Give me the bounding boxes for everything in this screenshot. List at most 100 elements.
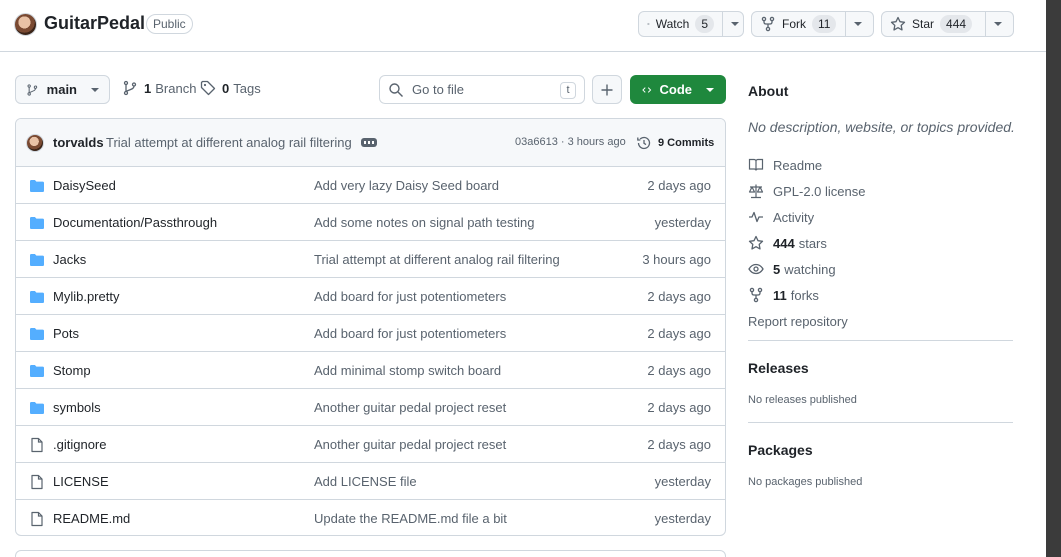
watch-count: 5	[695, 15, 714, 33]
forks-label: forks	[790, 287, 819, 303]
file-name[interactable]: Pots	[53, 326, 79, 341]
owner-avatar[interactable]	[14, 13, 37, 36]
file-commit-message[interactable]: Add some notes on signal path testing	[314, 215, 534, 230]
forks-link[interactable]: 11 forks	[748, 282, 866, 308]
branches-link[interactable]: 1 Branch	[122, 80, 196, 96]
activity-link[interactable]: Activity	[748, 204, 866, 230]
releases-heading[interactable]: Releases	[748, 360, 809, 376]
star-icon	[748, 235, 764, 250]
readme-box	[15, 550, 726, 557]
file-commit-message[interactable]: Add board for just potentiometers	[314, 326, 506, 341]
table-row[interactable]: LICENSE Add LICENSE file yesterday	[16, 463, 725, 500]
chevron-down-icon	[994, 22, 1002, 26]
law-icon	[748, 184, 764, 199]
visibility-badge: Public	[146, 14, 193, 34]
commit-message[interactable]: Trial attempt at different analog rail f…	[106, 135, 352, 150]
file-commit-message[interactable]: Add LICENSE file	[314, 474, 417, 489]
file-commit-date: yesterday	[654, 511, 711, 526]
watch-button[interactable]: Watch 5	[638, 11, 744, 37]
table-row[interactable]: DaisySeed Add very lazy Daisy Seed board 2…	[16, 167, 725, 204]
file-commit-message[interactable]: Trial attempt at different analog rail f…	[314, 252, 560, 267]
branches-count: 1	[144, 80, 152, 96]
stars-link[interactable]: 444 stars	[748, 230, 866, 256]
star-dropdown[interactable]	[985, 12, 1010, 36]
table-row[interactable]: .gitignore Another guitar pedal project r…	[16, 426, 725, 463]
file-table: torvalds Trial attempt at different anal…	[15, 118, 726, 536]
file-commit-message[interactable]: Another guitar pedal project reset	[314, 437, 506, 452]
table-row[interactable]: Documentation/Passthrough Add some notes …	[16, 204, 725, 241]
table-row[interactable]: Pots Add board for just potentiometers 2 d…	[16, 315, 725, 352]
activity-label: Activity	[773, 209, 815, 225]
file-commit-message[interactable]: Another guitar pedal project reset	[314, 400, 506, 415]
fork-button[interactable]: Fork 11	[751, 11, 874, 37]
branch-name: main	[46, 82, 77, 97]
about-description: No description, website, or topics provi…	[748, 119, 1015, 135]
file-name[interactable]: .gitignore	[53, 437, 106, 452]
code-button[interactable]: Code	[630, 75, 726, 104]
commit-hash-time[interactable]: 03a6613 · 3 hours ago	[515, 136, 626, 148]
file-name[interactable]: Documentation/Passthrough	[53, 215, 217, 230]
repo-name[interactable]: GuitarPedal	[44, 13, 145, 34]
report-label: Report repository	[748, 313, 848, 329]
watching-count: 5	[773, 261, 781, 277]
file-name[interactable]: Mylib.pretty	[53, 289, 119, 304]
watching-link[interactable]: 5 watching	[748, 256, 866, 282]
file-commit-date: yesterday	[654, 474, 711, 489]
folder-icon	[30, 328, 44, 340]
star-button[interactable]: Star 444	[881, 11, 1014, 37]
fork-icon	[761, 16, 775, 32]
ellipsis-icon[interactable]	[361, 138, 377, 147]
commits-link[interactable]: 9 Commits	[636, 135, 714, 151]
file-commit-message[interactable]: Add very lazy Daisy Seed board	[314, 178, 499, 193]
packages-subtitle: No packages published	[748, 476, 863, 488]
file-name[interactable]: DaisySeed	[53, 178, 116, 193]
go-to-file-input[interactable]: Go to file t	[379, 75, 585, 104]
table-row[interactable]: Stomp Add minimal stomp switch board 2 day…	[16, 352, 725, 389]
latest-commit-bar: torvalds Trial attempt at different anal…	[16, 119, 725, 167]
forks-count: 11	[773, 287, 787, 303]
chevron-down-icon	[706, 87, 714, 92]
table-row[interactable]: Jacks Trial attempt at different analog r…	[16, 241, 725, 278]
file-commit-date: 3 hours ago	[642, 252, 711, 267]
branch-selector[interactable]: main	[15, 75, 110, 104]
license-link[interactable]: GPL-2.0 license	[748, 178, 866, 204]
fork-dropdown[interactable]	[845, 12, 870, 36]
file-name[interactable]: symbols	[53, 400, 101, 415]
code-icon	[642, 86, 652, 93]
watch-dropdown[interactable]	[722, 12, 747, 36]
search-icon	[389, 82, 403, 97]
commit-author-avatar[interactable]	[26, 134, 44, 152]
packages-heading[interactable]: Packages	[748, 442, 813, 458]
shortcut-key: t	[560, 82, 576, 99]
file-commit-message[interactable]: Add minimal stomp switch board	[314, 363, 501, 378]
file-commit-date: yesterday	[654, 215, 711, 230]
table-row[interactable]: README.md Update the README.md file a bit…	[16, 500, 725, 535]
file-commit-date: 2 days ago	[647, 289, 711, 304]
license-label: GPL-2.0 license	[773, 183, 866, 199]
add-file-button[interactable]	[592, 75, 622, 104]
readme-label: Readme	[773, 157, 823, 173]
report-repository-link[interactable]: Report repository	[748, 308, 866, 334]
file-name[interactable]: Jacks	[53, 252, 86, 267]
commits-count: 9 Commits	[658, 137, 715, 149]
about-heading: About	[748, 83, 789, 99]
table-row[interactable]: Mylib.pretty Add board for just potentiom…	[16, 278, 725, 315]
tags-link[interactable]: 0 Tags	[200, 80, 261, 96]
file-commit-date: 2 days ago	[647, 178, 711, 193]
file-commit-message[interactable]: Update the README.md file a bit	[314, 511, 507, 526]
eye-icon	[748, 263, 764, 275]
file-name[interactable]: Stomp	[53, 363, 91, 378]
file-list: DaisySeed Add very lazy Daisy Seed board 2…	[16, 167, 725, 535]
file-name[interactable]: LICENSE	[53, 474, 109, 489]
file-name[interactable]: README.md	[53, 511, 130, 526]
star-icon	[890, 16, 906, 31]
folder-icon	[30, 402, 44, 414]
file-icon	[31, 437, 43, 453]
repo-header: GuitarPedal Public Watch 5 Fork 11 Star …	[0, 0, 1046, 52]
readme-link[interactable]: Readme	[748, 152, 866, 178]
scrollbar[interactable]	[1046, 0, 1061, 557]
tags-count: 0	[222, 80, 230, 96]
commit-author[interactable]: torvalds	[53, 135, 104, 150]
file-commit-message[interactable]: Add board for just potentiometers	[314, 289, 506, 304]
table-row[interactable]: symbols Another guitar pedal project rese…	[16, 389, 725, 426]
